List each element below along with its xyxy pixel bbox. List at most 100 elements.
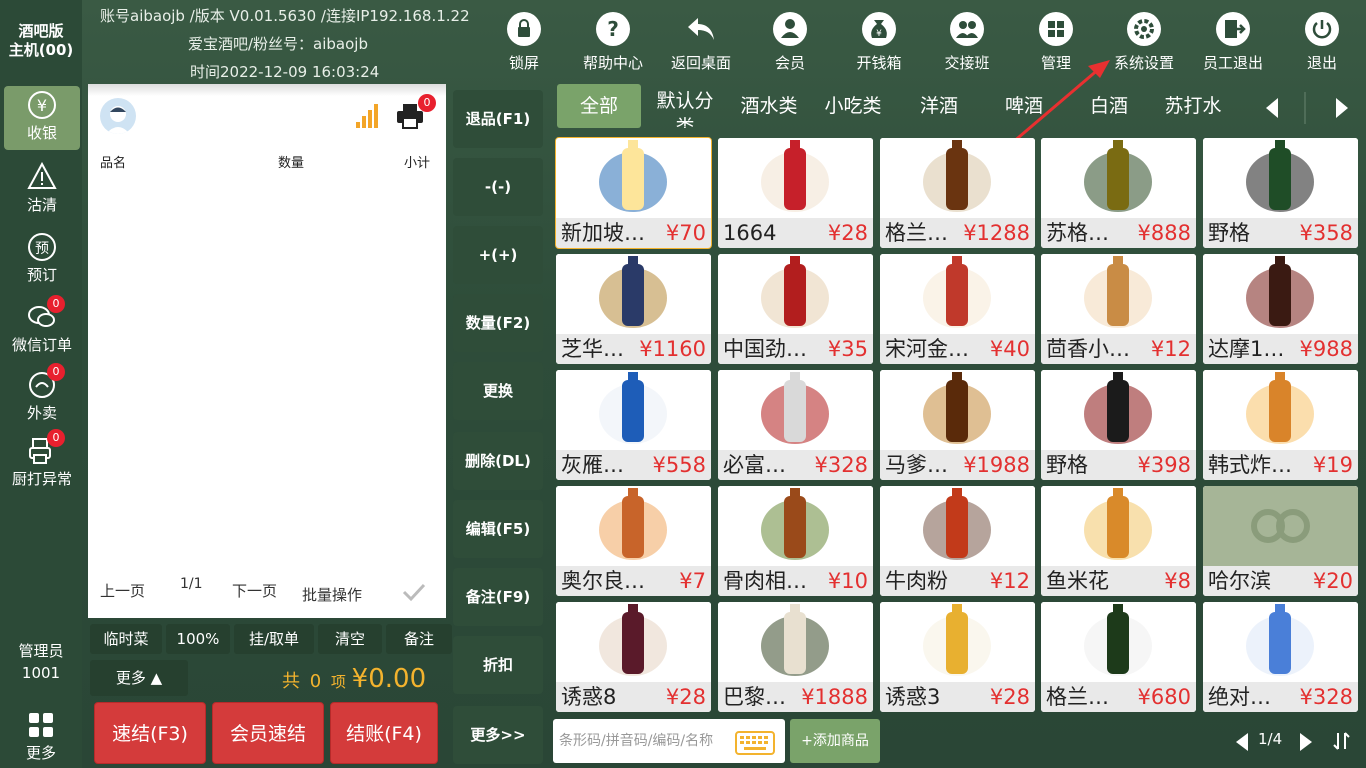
plus-button[interactable]: +(+)	[453, 226, 543, 284]
grid-prev-button[interactable]	[1234, 732, 1250, 756]
product-name: 格兰…	[885, 221, 948, 245]
product-card[interactable]: 哈尔滨 ¥20	[1203, 486, 1358, 596]
clear-button[interactable]: 清空	[318, 624, 382, 654]
hang-order-button[interactable]: 挂/取单	[234, 624, 314, 654]
product-card[interactable]: 绝对… ¥328	[1203, 602, 1358, 712]
more-functions-button[interactable]: 更多>>	[453, 706, 543, 764]
product-card[interactable]: 骨肉相… ¥10	[718, 486, 873, 596]
category-tab-baijiu[interactable]: 白酒	[1070, 84, 1148, 128]
help-center-button[interactable]: ? 帮助中心	[573, 12, 653, 73]
staff-logout-button[interactable]: 员工退出	[1193, 12, 1273, 73]
exit-button[interactable]: 退出	[1282, 12, 1362, 73]
member-button[interactable]: 会员	[750, 12, 830, 73]
prev-page-button[interactable]: 上一页	[100, 580, 145, 601]
checkout-button[interactable]: 结账(F4)	[330, 702, 438, 764]
product-card[interactable]: 必富… ¥328	[718, 370, 873, 480]
sidebar-item-label: 收银	[26, 124, 57, 142]
product-card[interactable]: 马爹… ¥1988	[880, 370, 1035, 480]
quantity-button[interactable]: 数量(F2)	[453, 294, 543, 352]
member-quick-checkout-button[interactable]: 会员速结	[212, 702, 324, 764]
product-card[interactable]: 宋河金… ¥40	[880, 254, 1035, 364]
product-name: 骨肉相…	[723, 569, 807, 593]
manage-button[interactable]: 管理	[1016, 12, 1096, 73]
category-tab-drinks[interactable]: 酒水类	[730, 84, 808, 128]
product-card[interactable]: 1664 ¥28	[718, 138, 873, 248]
product-card[interactable]: 野格 ¥358	[1203, 138, 1358, 248]
avatar[interactable]	[100, 98, 136, 134]
product-price: ¥12	[1150, 337, 1191, 361]
sidebar-item-takeout[interactable]: 0 外卖	[4, 363, 80, 423]
grid-page-indicator: 1/4	[1258, 730, 1283, 748]
sidebar-item-soldout[interactable]: 沽清	[4, 161, 80, 215]
product-card[interactable]: 中国劲… ¥35	[718, 254, 873, 364]
product-card[interactable]: 茴香小… ¥12	[1041, 254, 1196, 364]
category-tab-all[interactable]: 全部	[557, 84, 641, 128]
product-price: ¥28	[989, 685, 1030, 709]
search-field[interactable]: 条形码/拼音码/编码/名称	[553, 719, 785, 763]
keyboard-icon[interactable]	[735, 729, 775, 768]
system-settings-button[interactable]: 系统设置	[1104, 12, 1184, 73]
product-name: 奥尔良…	[561, 569, 645, 593]
return-item-button[interactable]: 退品(F1)	[453, 90, 543, 148]
category-prev-button[interactable]	[1262, 96, 1282, 124]
replace-button[interactable]: 更换	[453, 362, 543, 420]
minus-button[interactable]: -(-)	[453, 158, 543, 216]
product-card[interactable]: 苏格… ¥888	[1041, 138, 1196, 248]
quick-checkout-button[interactable]: 速结(F3)	[94, 702, 206, 764]
sidebar-item-cashier[interactable]: ¥ 收银	[4, 86, 80, 150]
product-card[interactable]: 格兰… ¥1288	[880, 138, 1035, 248]
temp-dish-button[interactable]: 临时菜	[90, 624, 162, 654]
product-card[interactable]: 野格 ¥398	[1041, 370, 1196, 480]
delete-button[interactable]: 删除(DL)	[453, 432, 543, 490]
product-card[interactable]: 新加坡… ¥70	[555, 137, 712, 249]
sidebar-more-button[interactable]: 更多	[0, 712, 82, 763]
discount-button[interactable]: 折扣	[453, 636, 543, 694]
search-input[interactable]: 条形码/拼音码/编码/名称	[559, 733, 713, 749]
wechat-icon: 0	[27, 295, 65, 332]
note-button[interactable]: 备注	[386, 624, 452, 654]
sort-icon[interactable]	[1332, 730, 1352, 756]
batch-operation-button[interactable]: 批量操作	[302, 584, 362, 605]
lock-screen-button[interactable]: 锁屏	[484, 12, 564, 73]
product-card[interactable]: 芝华… ¥1160	[556, 254, 711, 364]
product-card[interactable]: 牛肉粉 ¥12	[880, 486, 1035, 596]
kitchen-print-icon: 0	[27, 429, 65, 466]
more-quick-button[interactable]: 更多 ▲	[90, 660, 188, 696]
grid-next-button[interactable]	[1298, 732, 1314, 756]
category-tab-snacks[interactable]: 小吃类	[814, 84, 892, 128]
product-caption: 野格 ¥398	[1041, 450, 1196, 480]
product-price: ¥20	[1312, 569, 1353, 593]
check-icon[interactable]	[402, 582, 426, 606]
category-next-button[interactable]	[1332, 96, 1352, 124]
product-card[interactable]: 韩式炸… ¥19	[1203, 370, 1358, 480]
product-card[interactable]: 奥尔良… ¥7	[556, 486, 711, 596]
printer-button[interactable]: 0	[396, 94, 436, 130]
remark-button[interactable]: 备注(F9)	[453, 568, 543, 626]
product-caption: 马爹… ¥1988	[880, 450, 1035, 480]
product-card[interactable]: 灰雁… ¥558	[556, 370, 711, 480]
product-card[interactable]: 鱼米花 ¥8	[1041, 486, 1196, 596]
product-image	[718, 254, 873, 334]
caret-up-icon: ▲	[150, 669, 163, 687]
sidebar-item-wechat-orders[interactable]: 0 微信订单	[4, 295, 80, 355]
product-card[interactable]: 诱惑8 ¥28	[556, 602, 711, 712]
product-card[interactable]: 格兰… ¥680	[1041, 602, 1196, 712]
add-product-button[interactable]: +添加商品	[790, 719, 880, 763]
shift-handover-button[interactable]: 交接班	[927, 12, 1007, 73]
sidebar-item-reserve[interactable]: 预 预订	[4, 232, 80, 285]
category-tab-beer[interactable]: 啤酒	[985, 84, 1063, 128]
printer-icon	[396, 104, 424, 134]
sidebar-item-kitchen-print[interactable]: 0 厨打异常	[4, 429, 80, 489]
product-name: 巴黎…	[723, 685, 786, 709]
category-tab-soda[interactable]: 苏打水	[1154, 84, 1232, 128]
category-tab-default[interactable]: 默认分类	[648, 88, 722, 128]
product-card[interactable]: 巴黎… ¥1888	[718, 602, 873, 712]
product-card[interactable]: 达摩1… ¥988	[1203, 254, 1358, 364]
edit-button[interactable]: 编辑(F5)	[453, 500, 543, 558]
next-page-button[interactable]: 下一页	[232, 580, 277, 601]
product-card[interactable]: 诱惑3 ¥28	[880, 602, 1035, 712]
open-cash-drawer-button[interactable]: ¥ 开钱箱	[839, 12, 919, 73]
back-to-desktop-button[interactable]: 返回桌面	[661, 12, 741, 73]
percent-button[interactable]: 100%	[166, 624, 230, 654]
category-tab-liquor[interactable]: 洋酒	[900, 84, 978, 128]
